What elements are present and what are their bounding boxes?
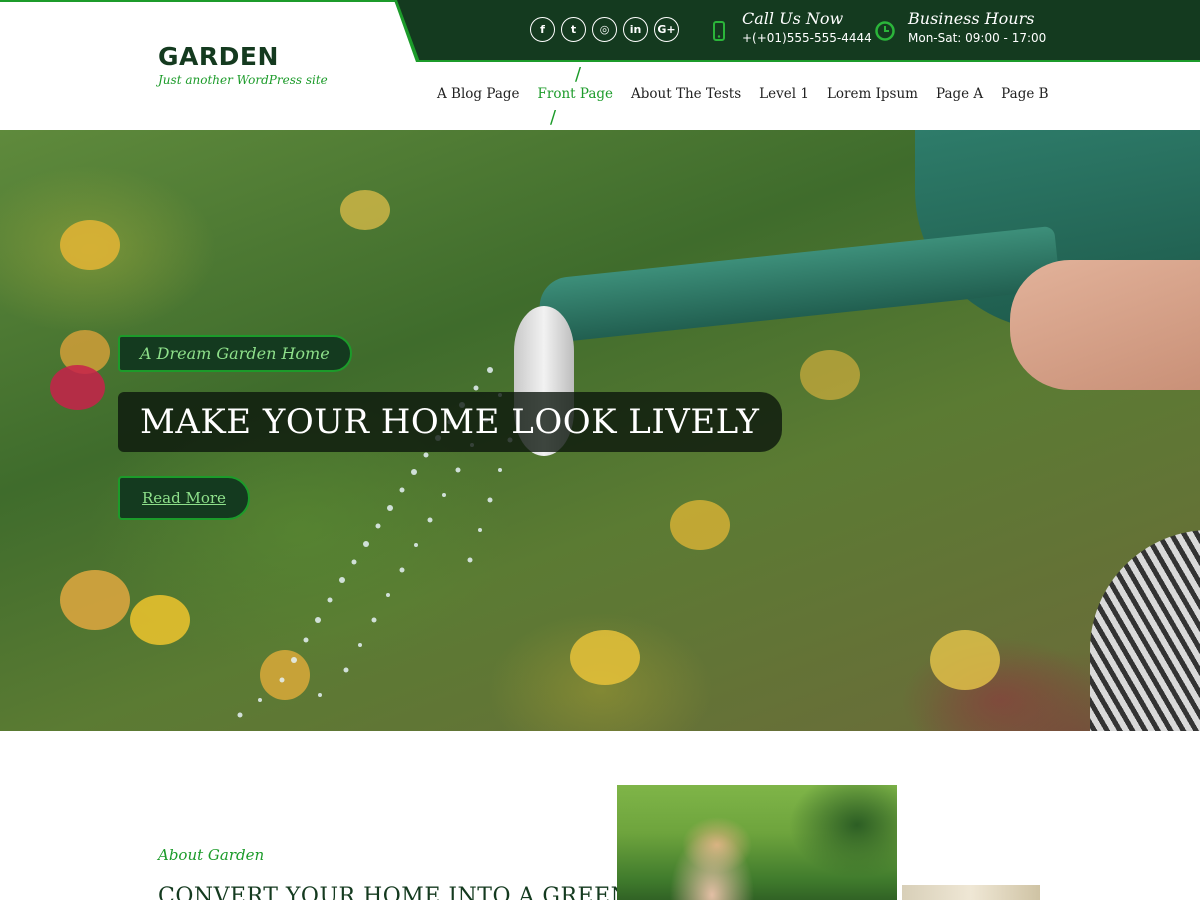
clock-icon (875, 21, 895, 41)
active-nav-slash-top: / (575, 64, 582, 85)
sleeve-image (1090, 530, 1200, 731)
nav-item-level-1[interactable]: Level 1 (750, 86, 818, 102)
flower-decoration (800, 350, 860, 400)
secondary-garden-image (902, 885, 1040, 900)
about-subtitle: About Garden (158, 846, 265, 864)
flower-decoration (670, 500, 730, 550)
flower-decoration (50, 365, 105, 410)
main-nav: A Blog Page Front Page About The Tests L… (428, 86, 1058, 102)
twitter-icon[interactable]: t (561, 17, 586, 42)
flower-decoration (570, 630, 640, 685)
site-logo: GARDEN Just another WordPress site (158, 42, 328, 87)
nav-item-about-the-tests[interactable]: About The Tests (622, 86, 750, 102)
flower-decoration (340, 190, 390, 230)
phone-number: +(+01)555-555-4444 (742, 31, 872, 45)
instagram-icon[interactable]: ◎ (592, 17, 617, 42)
nav-item-page-a[interactable]: Page A (927, 86, 992, 102)
nav-item-front-page[interactable]: Front Page (529, 86, 623, 102)
call-us-title: Call Us Now (742, 9, 844, 28)
phone-icon (713, 21, 725, 41)
gardener-image (617, 785, 897, 900)
site-title[interactable]: GARDEN (158, 42, 328, 71)
business-hours-block: Business Hours Mon-Sat: 09:00 - 17:00 (874, 9, 1046, 47)
watering-can-spout (536, 225, 1061, 344)
about-title: CONVERT YOUR HOME INTO A GREEN (158, 884, 631, 900)
flower-decoration (60, 570, 130, 630)
google-plus-icon[interactable]: G+ (654, 17, 679, 42)
hero-title: MAKE YOUR HOME LOOK LIVELY (118, 392, 782, 452)
header-accent-line (0, 0, 400, 2)
hero-banner: A Dream Garden Home MAKE YOUR HOME LOOK … (0, 130, 1200, 731)
active-nav-slash-bottom: / (550, 107, 557, 128)
business-hours-value: Mon-Sat: 09:00 - 17:00 (908, 31, 1047, 45)
nav-item-lorem-ipsum[interactable]: Lorem Ipsum (818, 86, 927, 102)
nav-item-page-b[interactable]: Page B (992, 86, 1057, 102)
hero-tagline: A Dream Garden Home (118, 335, 352, 372)
linkedin-icon[interactable]: in (623, 17, 648, 42)
flower-decoration (930, 630, 1000, 690)
nav-item-blog-page[interactable]: A Blog Page (428, 86, 529, 102)
flower-decoration (130, 595, 190, 645)
social-links: f t ◎ in G+ (530, 17, 679, 42)
business-hours-title: Business Hours (908, 9, 1035, 28)
flower-decoration (60, 220, 120, 270)
facebook-icon[interactable]: f (530, 17, 555, 42)
site-header: f t ◎ in G+ Call Us Now +(+01)555-555-44… (0, 0, 1200, 130)
read-more-button[interactable]: Read More (118, 476, 250, 520)
site-tagline: Just another WordPress site (158, 73, 328, 87)
hand-image (1010, 260, 1200, 390)
call-us-block: Call Us Now +(+01)555-555-4444 (708, 9, 872, 47)
